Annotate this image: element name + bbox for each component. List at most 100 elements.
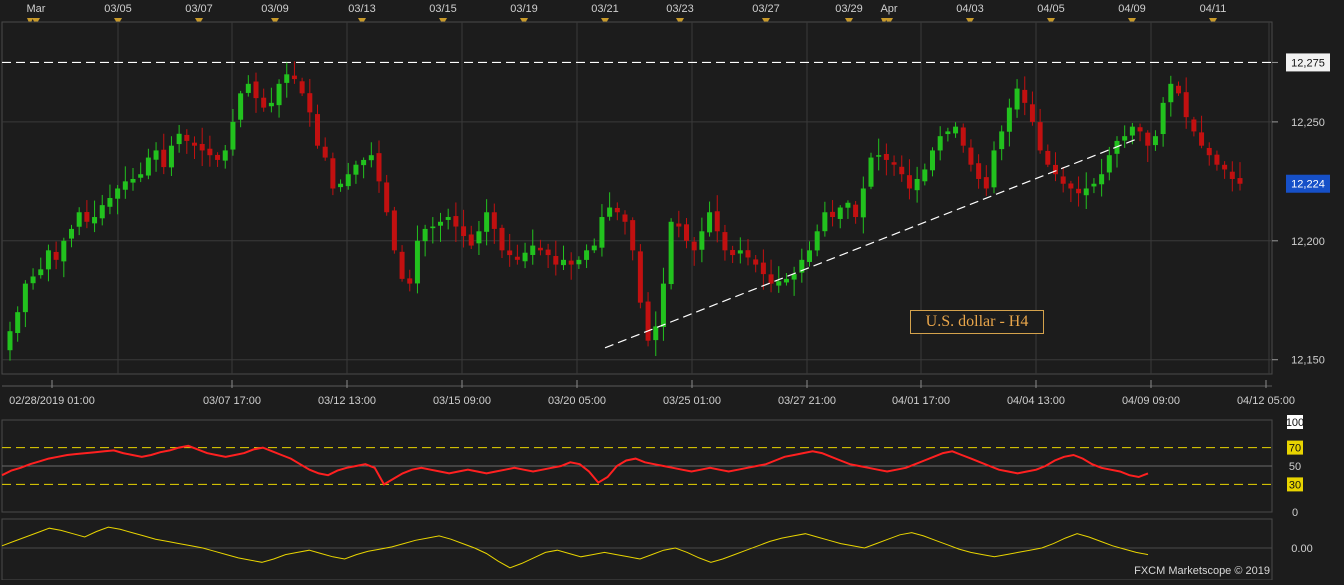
price-tick-label: 12,150 bbox=[1291, 355, 1325, 367]
candle bbox=[960, 127, 966, 146]
top-date-label: 04/11 bbox=[1200, 3, 1227, 15]
price-tick-label: 12,275 bbox=[1291, 57, 1325, 69]
candle bbox=[215, 154, 221, 160]
candle bbox=[1191, 119, 1197, 132]
candle bbox=[438, 221, 443, 226]
top-date-label: 04/03 bbox=[956, 3, 984, 15]
candle bbox=[660, 283, 666, 327]
candle bbox=[768, 274, 774, 284]
candle bbox=[676, 223, 682, 227]
candle bbox=[30, 276, 36, 284]
candle bbox=[906, 175, 912, 189]
candle bbox=[1214, 154, 1220, 165]
candle bbox=[1145, 132, 1151, 146]
candle bbox=[261, 97, 267, 108]
candle bbox=[276, 83, 282, 106]
osc-frame bbox=[1, 518, 1273, 581]
candle bbox=[161, 149, 167, 168]
candle bbox=[315, 114, 320, 146]
candle bbox=[899, 166, 905, 175]
candle bbox=[668, 221, 674, 285]
price-panel bbox=[1, 21, 1273, 375]
candle bbox=[1206, 147, 1212, 156]
candle bbox=[922, 169, 928, 182]
candle bbox=[637, 251, 643, 303]
candle bbox=[1183, 92, 1189, 118]
oscillator-panel: 0.00 bbox=[1, 518, 1313, 581]
candle bbox=[107, 198, 113, 207]
candle bbox=[22, 283, 28, 313]
candle bbox=[1160, 102, 1166, 135]
candle bbox=[507, 250, 513, 256]
candle bbox=[968, 147, 974, 165]
candle bbox=[745, 250, 751, 258]
candle bbox=[38, 269, 44, 276]
candle bbox=[115, 188, 121, 199]
candle bbox=[414, 240, 420, 284]
candle bbox=[253, 81, 259, 99]
candle bbox=[268, 102, 274, 107]
candle bbox=[207, 148, 213, 156]
candle bbox=[776, 281, 782, 286]
candle bbox=[1229, 171, 1235, 179]
candle bbox=[545, 249, 551, 256]
top-date-label: 03/21 bbox=[591, 3, 619, 15]
candle bbox=[614, 207, 620, 213]
time-tick-label: 03/25 01:00 bbox=[663, 395, 721, 407]
time-tick-label: 04/01 17:00 bbox=[892, 395, 950, 407]
candle bbox=[1022, 89, 1028, 103]
price-tick-label: 12,200 bbox=[1291, 236, 1325, 248]
candle bbox=[576, 259, 582, 265]
candle bbox=[192, 142, 197, 146]
candle bbox=[830, 211, 836, 218]
current-price-label: 12,224 bbox=[1291, 179, 1325, 191]
candle bbox=[445, 217, 451, 220]
candle bbox=[1152, 136, 1158, 146]
candle bbox=[361, 159, 367, 166]
candle bbox=[1060, 176, 1066, 184]
candle bbox=[853, 204, 859, 218]
time-tick-label: 03/27 21:00 bbox=[778, 395, 836, 407]
candle bbox=[391, 210, 397, 251]
osc-axis-label: 0.00 bbox=[1291, 543, 1312, 555]
candle bbox=[153, 150, 159, 160]
top-date-label: 04/09 bbox=[1118, 3, 1146, 15]
candle bbox=[338, 183, 344, 188]
price-tick-label: 12,250 bbox=[1291, 117, 1325, 129]
rsi-axis-label: 70 bbox=[1289, 443, 1301, 455]
candle bbox=[999, 131, 1005, 150]
candle bbox=[1099, 174, 1105, 185]
candle bbox=[584, 250, 590, 260]
candle bbox=[814, 231, 820, 251]
candle bbox=[1083, 188, 1089, 196]
candle bbox=[845, 202, 851, 208]
candle bbox=[61, 240, 67, 262]
candle bbox=[561, 259, 566, 266]
candle bbox=[1199, 132, 1205, 146]
candle bbox=[599, 217, 605, 248]
top-date-label: 03/19 bbox=[510, 3, 538, 15]
top-date-label: 03/23 bbox=[666, 3, 694, 15]
candle bbox=[945, 131, 951, 135]
candle bbox=[514, 256, 520, 260]
candle bbox=[1076, 188, 1082, 194]
top-date-label: 03/07 bbox=[185, 3, 213, 15]
candle bbox=[307, 93, 313, 113]
candle bbox=[299, 81, 305, 94]
candle bbox=[1137, 127, 1143, 132]
candle bbox=[1237, 178, 1243, 184]
candle bbox=[953, 126, 959, 134]
candle bbox=[983, 177, 989, 189]
candle bbox=[138, 174, 144, 178]
candle bbox=[491, 212, 497, 229]
chart-title: U.S. dollar - H4 bbox=[910, 310, 1044, 334]
candle bbox=[1168, 83, 1174, 103]
candle bbox=[1014, 88, 1020, 110]
candle bbox=[84, 212, 90, 222]
candle bbox=[468, 234, 474, 246]
time-tick-label: 04/12 05:00 bbox=[1237, 395, 1295, 407]
candle bbox=[568, 260, 574, 265]
candle bbox=[430, 226, 436, 229]
candle bbox=[883, 153, 889, 160]
candle bbox=[76, 212, 82, 227]
